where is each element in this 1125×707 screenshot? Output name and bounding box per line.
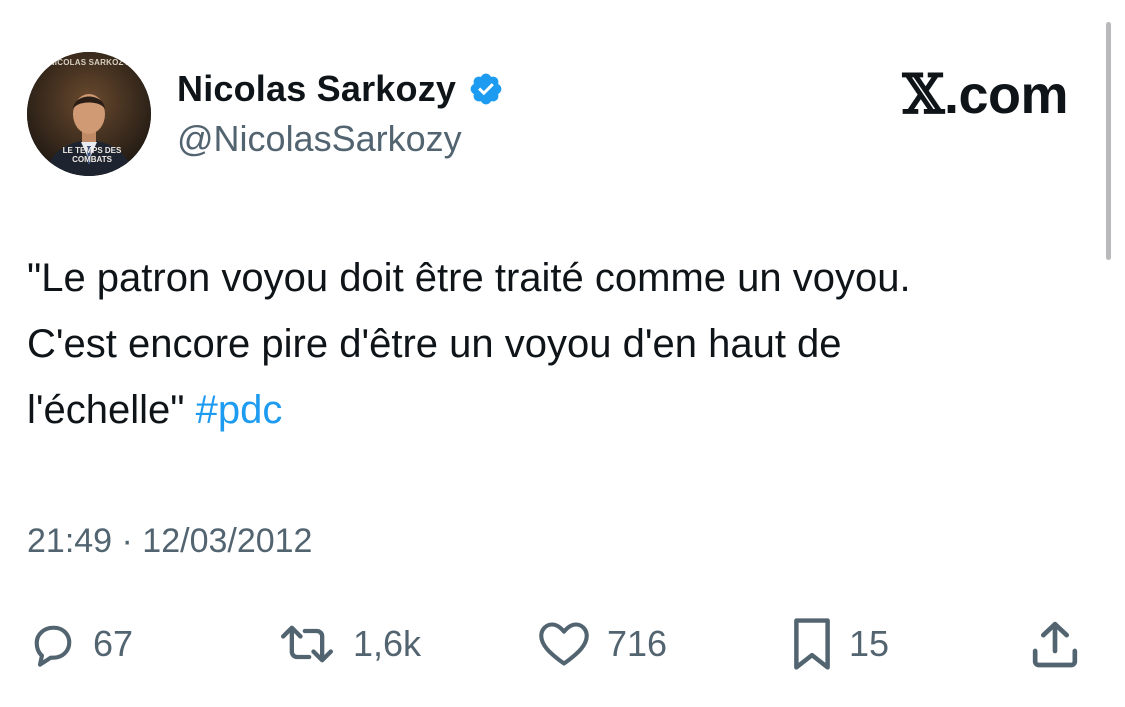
tweet-card: NICOLAS SARKOZY LE TEMPS DES COMBATS Nic… — [0, 0, 1125, 707]
avatar-caption: NICOLAS SARKOZY — [48, 58, 130, 67]
avatar[interactable]: NICOLAS SARKOZY LE TEMPS DES COMBATS — [27, 52, 151, 176]
retweet-count: 1,6k — [353, 623, 422, 664]
scrollbar[interactable] — [1106, 22, 1111, 260]
display-name[interactable]: Nicolas Sarkozy — [177, 68, 456, 110]
tweet-text-line: "Le patron voyou doit être traité comme … — [27, 256, 911, 300]
share-upload-icon — [1027, 616, 1083, 672]
like-count: 716 — [607, 623, 668, 664]
tweet-text-line: l'échelle" #pdc — [27, 377, 1107, 443]
action-bar: 67 1,6k 716 15 — [27, 612, 1097, 676]
tweet-text-fragment: l'échelle" — [27, 388, 196, 432]
retweet-icon — [275, 618, 339, 670]
reply-bubble-icon — [27, 618, 79, 670]
display-name-row: Nicolas Sarkozy — [177, 64, 504, 114]
hashtag-link[interactable]: #pdc — [196, 388, 283, 432]
retweet-button[interactable]: 1,6k — [275, 612, 421, 676]
tweet-text: "Le patron voyou doit être traité comme … — [27, 245, 1107, 443]
reply-button[interactable]: 67 — [27, 612, 133, 676]
heart-icon — [535, 618, 593, 670]
bookmark-icon — [789, 615, 835, 673]
tweet-text-line: C'est encore pire d'être un voyou d'en h… — [27, 322, 842, 366]
like-button[interactable]: 716 — [535, 612, 667, 676]
avatar-book-title: LE TEMPS DES COMBATS — [62, 146, 122, 164]
author-handle[interactable]: @NicolasSarkozy — [177, 118, 504, 160]
x-logo-icon: 𝕏 — [902, 62, 945, 126]
share-button[interactable] — [1027, 612, 1083, 676]
tweet-timestamp[interactable]: 21:49 · 12/03/2012 — [27, 522, 312, 561]
brand-label: .com — [943, 65, 1069, 125]
x-com-watermark: 𝕏.com — [902, 62, 1069, 126]
author-block: Nicolas Sarkozy @NicolasSarkozy — [177, 64, 504, 160]
reply-count: 67 — [93, 623, 134, 664]
verified-badge-icon — [468, 71, 504, 107]
bookmark-button[interactable]: 15 — [789, 612, 889, 676]
bookmark-count: 15 — [849, 623, 890, 664]
